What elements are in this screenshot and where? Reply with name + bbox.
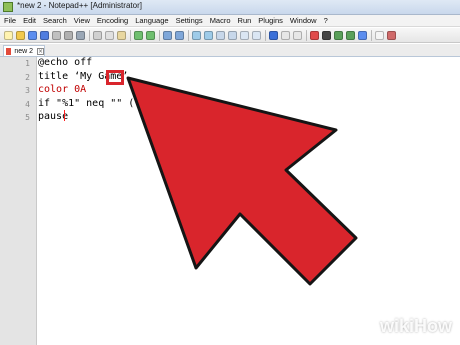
text-caret — [64, 110, 65, 121]
wikihow-watermark: wikiHow — [379, 316, 452, 336]
pointer-arrow — [126, 76, 358, 286]
notepadpp-window: *new 2 - Notepad++ [Administrator] File … — [0, 0, 460, 345]
